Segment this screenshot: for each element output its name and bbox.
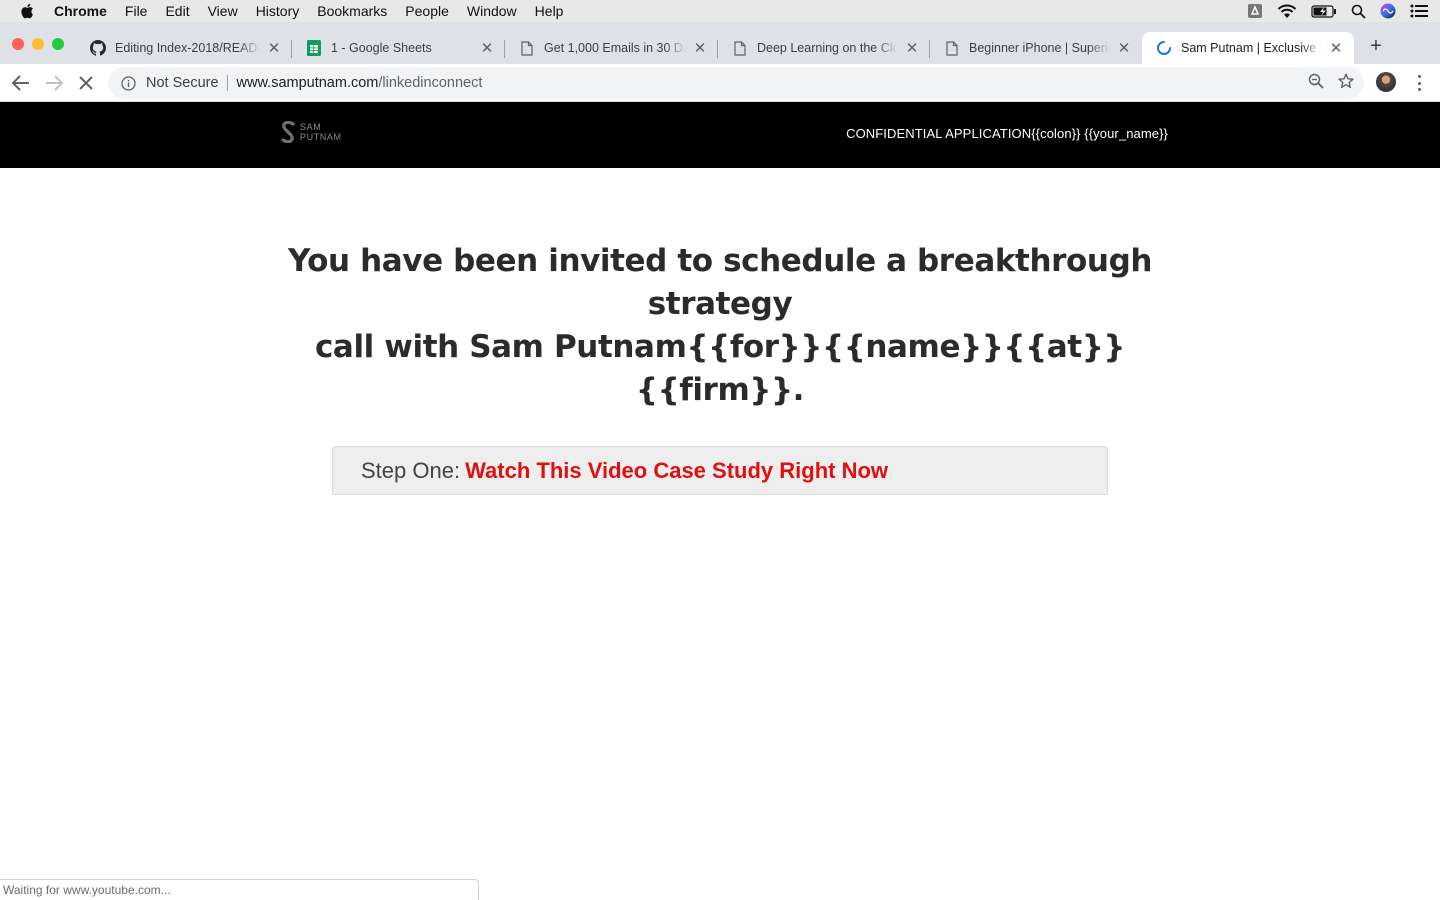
document-icon — [732, 40, 748, 56]
confidential-application-text: CONFIDENTIAL APPLICATION{{colon}} {{your… — [846, 126, 1168, 141]
not-secure-label[interactable]: Not Secure — [146, 75, 227, 91]
menu-edit[interactable]: Edit — [156, 3, 198, 19]
battery-charging-icon[interactable] — [1311, 4, 1337, 18]
loading-spinner-icon — [1156, 40, 1172, 56]
menu-people[interactable]: People — [396, 3, 458, 19]
github-icon — [90, 40, 106, 56]
tab-title: Deep Learning on the Cloud — [757, 41, 898, 55]
sam-putnam-logo[interactable]: SAM PUTNAM — [281, 121, 342, 143]
profile-avatar[interactable] — [1376, 72, 1396, 92]
url-host: www.samputnam.com — [236, 75, 379, 91]
menu-view[interactable]: View — [199, 3, 247, 19]
logo-mark-icon — [281, 121, 295, 143]
tab-title: Editing Index-2018/README.md — [115, 41, 260, 55]
document-icon — [944, 40, 960, 56]
close-window-button[interactable] — [12, 38, 24, 50]
close-tab-icon[interactable]: ✕ — [1328, 39, 1344, 57]
tab-title: 1 - Google Sheets — [331, 41, 432, 55]
tab-title: Beginner iPhone | Superior — [969, 41, 1110, 55]
step-one-label: Step One: — [361, 457, 461, 483]
headline-line-1: You have been invited to schedule a brea… — [287, 243, 1153, 322]
document-icon — [519, 40, 535, 56]
url-path: /linkedinconnect — [378, 75, 483, 91]
zoom-out-icon[interactable] — [1308, 73, 1324, 93]
stop-loading-button[interactable] — [75, 72, 97, 94]
site-header: SAM PUTNAM CONFIDENTIAL APPLICATION{{col… — [0, 102, 1440, 168]
forward-button[interactable] — [43, 72, 65, 94]
close-tab-icon[interactable]: ✕ — [266, 39, 282, 57]
new-tab-button[interactable]: + — [1366, 36, 1386, 56]
logo-line-1: SAM — [300, 122, 322, 132]
menu-window[interactable]: Window — [458, 3, 526, 19]
close-tab-icon[interactable]: ✕ — [479, 39, 495, 57]
menu-help[interactable]: Help — [526, 3, 573, 19]
omnibox-divider — [226, 75, 228, 91]
menu-file[interactable]: File — [116, 3, 157, 19]
headline-line-2: call with Sam Putnam{{for}}{{name}}{{at}… — [314, 329, 1126, 408]
menu-history[interactable]: History — [247, 3, 309, 19]
info-icon[interactable] — [110, 75, 146, 91]
tab-title: Get 1,000 Emails in 30 Days — [544, 41, 686, 55]
sheets-icon — [306, 40, 322, 56]
logo-line-2: PUTNAM — [300, 132, 342, 142]
tab-title: Sam Putnam | Exclusive Free — [1181, 41, 1322, 55]
macos-menu-bar: Chrome File Edit View History Bookmarks … — [0, 0, 1440, 22]
browser-status-bar: Waiting for www.youtube.com... — [0, 879, 479, 900]
tab-sam-putnam-active[interactable]: Sam Putnam | Exclusive Free ✕ — [1142, 32, 1354, 64]
logo-text: SAM PUTNAM — [300, 122, 342, 142]
drive-sync-icon[interactable] — [1247, 3, 1263, 19]
close-tab-icon[interactable]: ✕ — [692, 39, 708, 57]
tab-google-sheets[interactable]: 1 - Google Sheets ✕ — [292, 32, 505, 64]
tab-beginner-iphone[interactable]: Beginner iPhone | Superior ✕ — [930, 32, 1142, 64]
apple-menu-icon[interactable] — [0, 3, 54, 19]
bookmark-star-icon[interactable] — [1338, 73, 1354, 93]
spotlight-search-icon[interactable] — [1351, 4, 1366, 19]
menu-app-chrome[interactable]: Chrome — [54, 3, 116, 19]
tab-get-emails[interactable]: Get 1,000 Emails in 30 Days ✕ — [505, 32, 718, 64]
minimize-window-button[interactable] — [32, 38, 44, 50]
address-bar[interactable]: Not Secure www.samputnam.com /linkedinco… — [108, 67, 1364, 99]
browser-tab-strip: Editing Index-2018/README.md ✕ 1 - Googl… — [0, 22, 1440, 64]
notification-center-icon[interactable] — [1410, 4, 1428, 18]
watch-video-cta: Watch This Video Case Study Right Now — [465, 457, 889, 483]
close-tab-icon[interactable]: ✕ — [904, 39, 920, 57]
tab-deep-learning[interactable]: Deep Learning on the Cloud ✕ — [718, 32, 930, 64]
menu-bookmarks[interactable]: Bookmarks — [308, 3, 396, 19]
siri-icon[interactable] — [1380, 3, 1396, 19]
close-tab-icon[interactable]: ✕ — [1116, 39, 1132, 57]
step-one-banner: Step One: Watch This Video Case Study Ri… — [332, 446, 1108, 495]
chrome-menu-icon[interactable] — [1410, 74, 1428, 92]
browser-toolbar: Not Secure www.samputnam.com /linkedinco… — [0, 64, 1440, 102]
page-headline: You have been invited to schedule a brea… — [270, 240, 1170, 412]
window-controls — [12, 38, 64, 50]
zoom-window-button[interactable] — [52, 38, 64, 50]
wifi-icon[interactable] — [1277, 4, 1297, 19]
back-button[interactable] — [10, 72, 32, 94]
tab-github-readme[interactable]: Editing Index-2018/README.md ✕ — [76, 32, 292, 64]
